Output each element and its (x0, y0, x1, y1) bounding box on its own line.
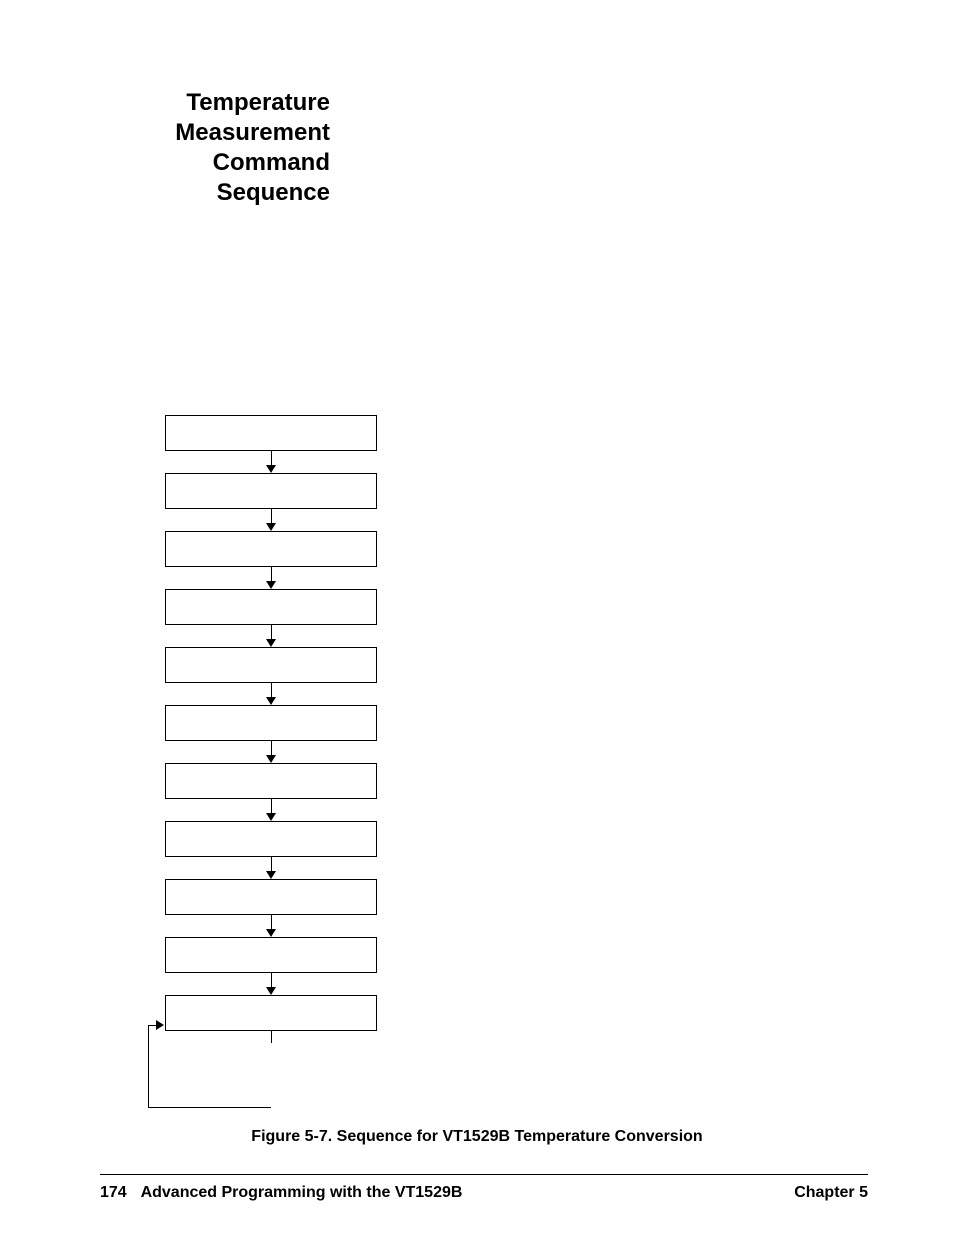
footer-chapter: Chapter 5 (794, 1184, 868, 1202)
flow-box-10 (165, 937, 377, 973)
arrow-stem (271, 799, 272, 813)
arrow-8 (266, 857, 276, 879)
arrow-2 (266, 509, 276, 531)
loop-seg-bottom (148, 1107, 271, 1108)
section-heading: Temperature Measurement Command Sequence (100, 88, 330, 208)
flow-box-5 (165, 647, 377, 683)
flow-box-6 (165, 705, 377, 741)
arrow-6 (266, 741, 276, 763)
arrow-head-icon (266, 639, 276, 647)
arrow-head-icon (266, 929, 276, 937)
loop-tail (271, 1031, 272, 1043)
loop-arrow-head-icon (156, 1020, 164, 1030)
flow-box-9 (165, 879, 377, 915)
arrow-9 (266, 915, 276, 937)
heading-line-3: Command (100, 148, 330, 178)
flow-box-7 (165, 763, 377, 799)
arrow-head-icon (266, 813, 276, 821)
arrow-head-icon (266, 465, 276, 473)
figure-caption: Figure 5-7. Sequence for VT1529B Tempera… (0, 1128, 954, 1146)
flow-box-11 (165, 995, 377, 1031)
flow-box-2 (165, 473, 377, 509)
footer-left: 174 Advanced Programming with the VT1529… (100, 1184, 462, 1202)
arrow-stem (271, 625, 272, 639)
arrow-head-icon (266, 697, 276, 705)
arrow-3 (266, 567, 276, 589)
arrow-head-icon (266, 987, 276, 995)
arrow-stem (271, 451, 272, 465)
arrow-stem (271, 857, 272, 871)
arrow-5 (266, 683, 276, 705)
arrow-7 (266, 799, 276, 821)
flow-box-8 (165, 821, 377, 857)
arrow-head-icon (266, 871, 276, 879)
heading-line-2: Measurement (100, 118, 330, 148)
arrow-10 (266, 973, 276, 995)
flow-box-4 (165, 589, 377, 625)
arrow-stem (271, 973, 272, 987)
arrow-head-icon (266, 523, 276, 531)
loop-seg-left (148, 1025, 149, 1107)
arrow-1 (266, 451, 276, 473)
arrow-stem (271, 915, 272, 929)
page-footer: 174 Advanced Programming with the VT1529… (100, 1184, 868, 1202)
footer-rule (100, 1174, 868, 1175)
arrow-stem (271, 741, 272, 755)
arrow-head-icon (266, 581, 276, 589)
flow-box-3 (165, 531, 377, 567)
arrow-stem (271, 683, 272, 697)
flowchart (165, 415, 377, 1043)
page-number: 174 (100, 1184, 127, 1201)
heading-line-1: Temperature (100, 88, 330, 118)
arrow-head-icon (266, 755, 276, 763)
arrow-stem (271, 509, 272, 523)
page: Temperature Measurement Command Sequence (0, 0, 954, 1235)
heading-line-4: Sequence (100, 178, 330, 208)
footer-title: Advanced Programming with the VT1529B (141, 1184, 463, 1201)
flow-box-1 (165, 415, 377, 451)
arrow-stem (271, 567, 272, 581)
arrow-4 (266, 625, 276, 647)
